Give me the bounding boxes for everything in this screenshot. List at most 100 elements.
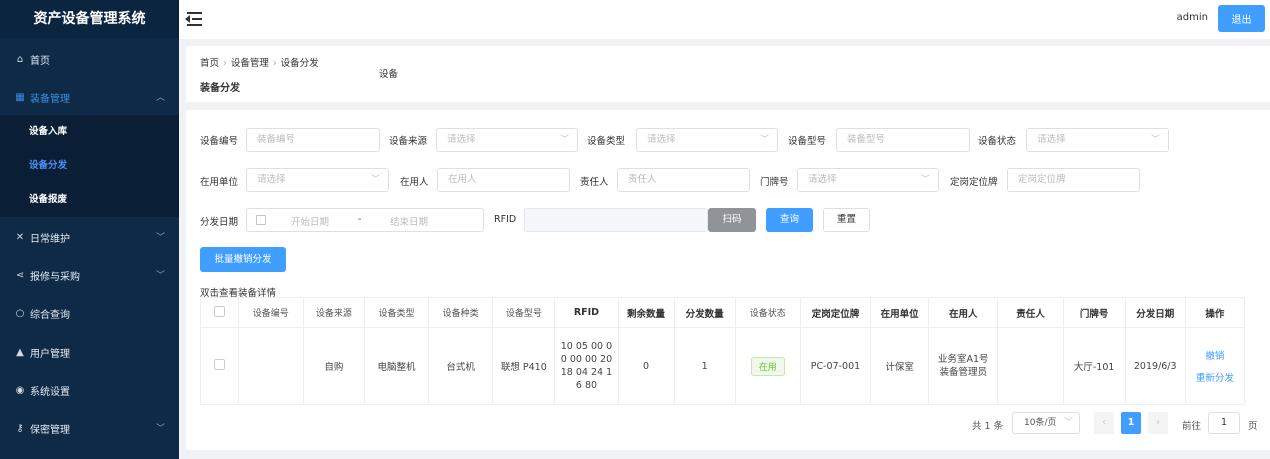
user-icon: ▲	[16, 346, 24, 358]
chevron-down-icon: ﹀	[759, 135, 769, 145]
cell-user: 业务室A1号装备管理员	[928, 327, 999, 405]
start-date-input[interactable]: 开始日期	[291, 214, 329, 228]
user-input[interactable]: 在用人	[437, 168, 570, 192]
chevron-down-icon: ﹀	[920, 175, 930, 185]
menu-toggle-icon[interactable]	[184, 11, 202, 27]
cell-rfid: 10 05 00 0 0 00 00 20 18 04 24 1 6 80	[554, 327, 619, 405]
col-device-no: 设备编号	[237, 297, 304, 328]
chevron-down-icon: ﹀	[155, 271, 165, 281]
select-all-checkbox[interactable]	[213, 305, 225, 317]
scan-button[interactable]: 扫码	[708, 208, 756, 232]
table-header-row: 设备编号 设备来源 设备类型 设备种类 设备型号 RFID 剩余数量 分发数量 …	[200, 297, 1246, 328]
sidebar-item-label: 日常维护	[30, 233, 70, 245]
source-select[interactable]: 请选择 ﹀	[436, 128, 578, 152]
type-label: 设备类型	[587, 136, 626, 147]
batch-revoke-button[interactable]: 批量撤销分发	[200, 247, 286, 272]
date-label: 分发日期	[200, 217, 239, 228]
col-date: 分发日期	[1124, 297, 1186, 328]
grid-icon: ▦	[15, 91, 25, 103]
col-responsible: 责任人	[997, 297, 1064, 328]
responsible-label: 责任人	[580, 177, 609, 188]
sidebar-subitem-distribute[interactable]: 设备分发	[0, 149, 179, 183]
breadcrumb: 首页 › 设备管理 › 设备分发	[200, 55, 319, 69]
model-label: 设备型号	[788, 136, 827, 147]
row-checkbox[interactable]	[213, 359, 225, 370]
next-page-button[interactable]: ›	[1148, 412, 1168, 434]
col-location: 定岗定位牌	[799, 297, 872, 328]
home-icon: ⌂	[16, 53, 24, 65]
breadcrumb-card: 首页 › 设备管理 › 设备分发 设备 装备分发	[186, 46, 1270, 102]
redistribute-link[interactable]: 重新分发	[1186, 370, 1244, 384]
query-button[interactable]: 查询	[766, 208, 813, 232]
col-remaining: 剩余数量	[617, 297, 675, 328]
col-rfid: RFID	[554, 297, 619, 328]
source-placeholder: 请选择	[447, 134, 476, 145]
model-input[interactable]: 装备型号	[836, 128, 970, 152]
table-row[interactable]: 自购 电脑整机 台式机 联想 P410 10 05 00 0 0 00 00 2…	[200, 327, 1246, 405]
key-icon: ⚷	[16, 422, 24, 434]
chevron-up-icon: ︿	[155, 93, 165, 103]
sidebar-item-query[interactable]: ○ 综合查询	[0, 294, 179, 332]
sidebar-item-maintenance[interactable]: ✕ 日常维护 ﹀	[0, 218, 179, 256]
location-input[interactable]: 定岗定位牌	[1007, 168, 1140, 192]
breadcrumb-separator-icon: ›	[272, 58, 277, 69]
logout-button[interactable]: 退出	[1218, 5, 1265, 32]
sidebar-item-home[interactable]: ⌂ 首页	[0, 40, 179, 78]
sidebar: 资产设备管理系统 ⌂ 首页 ▦ 装备管理 ︿ 设备入库 设备分发 设备报废 ✕ …	[0, 0, 179, 459]
type-placeholder: 请选择	[647, 134, 676, 145]
app-title: 资产设备管理系统	[0, 0, 179, 38]
goto-page-input[interactable]: 1	[1208, 412, 1240, 434]
unit-placeholder: 请选择	[257, 174, 286, 185]
page-size-select[interactable]: 10条/页 ﹀	[1012, 412, 1080, 434]
sidebar-item-settings[interactable]: ◉ 系统设置	[0, 371, 179, 409]
page-number-button[interactable]: 1	[1121, 412, 1141, 434]
type-select[interactable]: 请选择 ﹀	[636, 128, 778, 152]
sidebar-item-label: 报修与采购	[30, 271, 80, 283]
sidebar-item-label: 综合查询	[30, 309, 70, 321]
date-range-picker[interactable]: 开始日期 - 结束日期	[246, 208, 484, 232]
reset-button[interactable]: 重置	[823, 208, 870, 232]
cell-model: 联想 P410	[492, 327, 556, 405]
breadcrumb-level1[interactable]: 设备管理	[231, 58, 269, 69]
sidebar-item-security[interactable]: ⚷ 保密管理 ﹀	[0, 409, 179, 447]
breadcrumb-home[interactable]: 首页	[200, 58, 219, 69]
chevron-down-icon: ﹀	[155, 424, 165, 434]
sidebar-item-users[interactable]: ▲ 用户管理	[0, 333, 179, 371]
goto-label: 前往	[1182, 421, 1202, 432]
status-badge: 在用	[750, 356, 785, 376]
chevron-down-icon: ﹀	[370, 175, 380, 185]
rfid-input[interactable]	[524, 208, 708, 232]
door-select[interactable]: 请选择 ﹀	[797, 168, 939, 192]
responsible-input[interactable]: 责任人	[617, 168, 750, 192]
cell-door: 大厅-101	[1062, 327, 1126, 405]
chevron-down-icon: ﹀	[155, 233, 165, 243]
page-size-value: 10条/页	[1024, 418, 1057, 428]
prev-page-button[interactable]: ‹	[1094, 412, 1114, 434]
status-select[interactable]: 请选择 ﹀	[1026, 128, 1169, 152]
col-door: 门牌号	[1062, 297, 1126, 328]
col-source: 设备来源	[302, 297, 365, 328]
sidebar-item-equipment[interactable]: ▦ 装备管理 ︿	[0, 78, 179, 116]
sidebar-item-repair-purchase[interactable]: ⋖ 报修与采购 ﹀	[0, 256, 179, 294]
location-label: 定岗定位牌	[950, 177, 998, 188]
device-no-input[interactable]: 装备编号	[246, 128, 380, 152]
settings-icon: ◉	[15, 384, 25, 396]
tools-icon: ✕	[15, 231, 25, 243]
select-all-cell[interactable]	[200, 297, 239, 328]
door-label: 门牌号	[760, 177, 789, 188]
revoke-link[interactable]: 撤销	[1186, 348, 1244, 362]
row-select-cell[interactable]	[200, 327, 239, 405]
cell-location: PC-07-001	[799, 327, 872, 405]
status-placeholder: 请选择	[1037, 134, 1066, 145]
chevron-down-icon: ﹀	[1150, 135, 1160, 145]
share-icon: ⋖	[15, 269, 25, 281]
unit-select[interactable]: 请选择 ﹀	[246, 168, 389, 192]
sidebar-subitem-stock-in[interactable]: 设备入库	[0, 115, 179, 149]
cell-responsible	[997, 327, 1064, 405]
sidebar-subitem-scrap[interactable]: 设备报废	[0, 183, 179, 217]
sidebar-item-label: 系统设置	[30, 386, 70, 398]
end-date-input[interactable]: 结束日期	[390, 214, 428, 228]
cell-unit: 计保室	[870, 327, 930, 405]
cell-distributed: 1	[673, 327, 736, 405]
date-separator: -	[358, 214, 362, 225]
